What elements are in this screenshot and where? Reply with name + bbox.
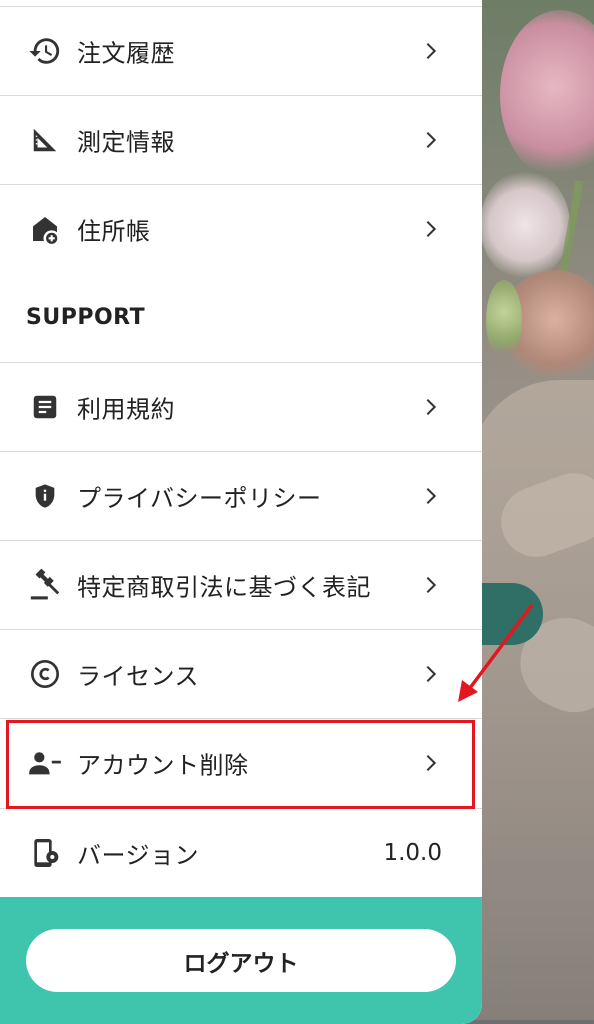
history-icon <box>28 34 62 68</box>
navigation-drawer: 注文履歴 測定情報 住所帳 SUPPORT 利用規約 プライバシーポリシー 特定… <box>0 0 482 1024</box>
logout-button[interactable]: ログアウト <box>26 929 456 992</box>
menu-item-label: ライセンス <box>77 662 200 690</box>
menu-item-measurement-info[interactable]: 測定情報 <box>0 95 482 183</box>
menu-item-label: 住所帳 <box>77 217 151 245</box>
section-heading-support: SUPPORT <box>26 305 146 330</box>
chevron-right-icon <box>426 754 437 771</box>
gavel-icon <box>28 568 62 602</box>
menu-item-version: バージョン 1.0.0 <box>0 808 482 896</box>
home-add-icon <box>28 212 62 246</box>
menu-item-label: 特定商取引法に基づく表記 <box>77 573 371 601</box>
document-icon <box>28 390 62 424</box>
menu-item-license[interactable]: ライセンス <box>0 629 482 717</box>
menu-item-label: アカウント削除 <box>77 751 249 779</box>
menu-item-label: 利用規約 <box>77 395 175 423</box>
menu-item-label: バージョン <box>77 841 200 869</box>
menu-item-address-book[interactable]: 住所帳 <box>0 184 482 272</box>
menu-item-delete-account[interactable]: アカウント削除 <box>0 718 482 806</box>
chevron-right-icon <box>426 398 437 415</box>
ruler-triangle-icon <box>28 123 62 157</box>
menu-item-privacy-policy[interactable]: プライバシーポリシー <box>0 451 482 539</box>
chevron-right-icon <box>426 576 437 593</box>
phone-settings-icon <box>28 836 62 870</box>
chevron-right-icon <box>426 220 437 237</box>
chevron-right-icon <box>426 131 437 148</box>
copyright-icon <box>28 657 62 691</box>
chevron-right-icon <box>426 665 437 682</box>
menu-item-terms[interactable]: 利用規約 <box>0 362 482 450</box>
menu-item-commercial-transactions[interactable]: 特定商取引法に基づく表記 <box>0 540 482 628</box>
chevron-right-icon <box>426 487 437 504</box>
menu-item-label: 注文履歴 <box>77 39 175 67</box>
shield-icon <box>28 479 62 513</box>
person-remove-icon <box>28 746 62 780</box>
menu-item-label: 測定情報 <box>77 128 175 156</box>
version-number: 1.0.0 <box>383 839 442 866</box>
menu-item-order-history[interactable]: 注文履歴 <box>0 6 482 94</box>
chevron-right-icon <box>426 42 437 59</box>
menu-item-label: プライバシーポリシー <box>77 484 322 512</box>
